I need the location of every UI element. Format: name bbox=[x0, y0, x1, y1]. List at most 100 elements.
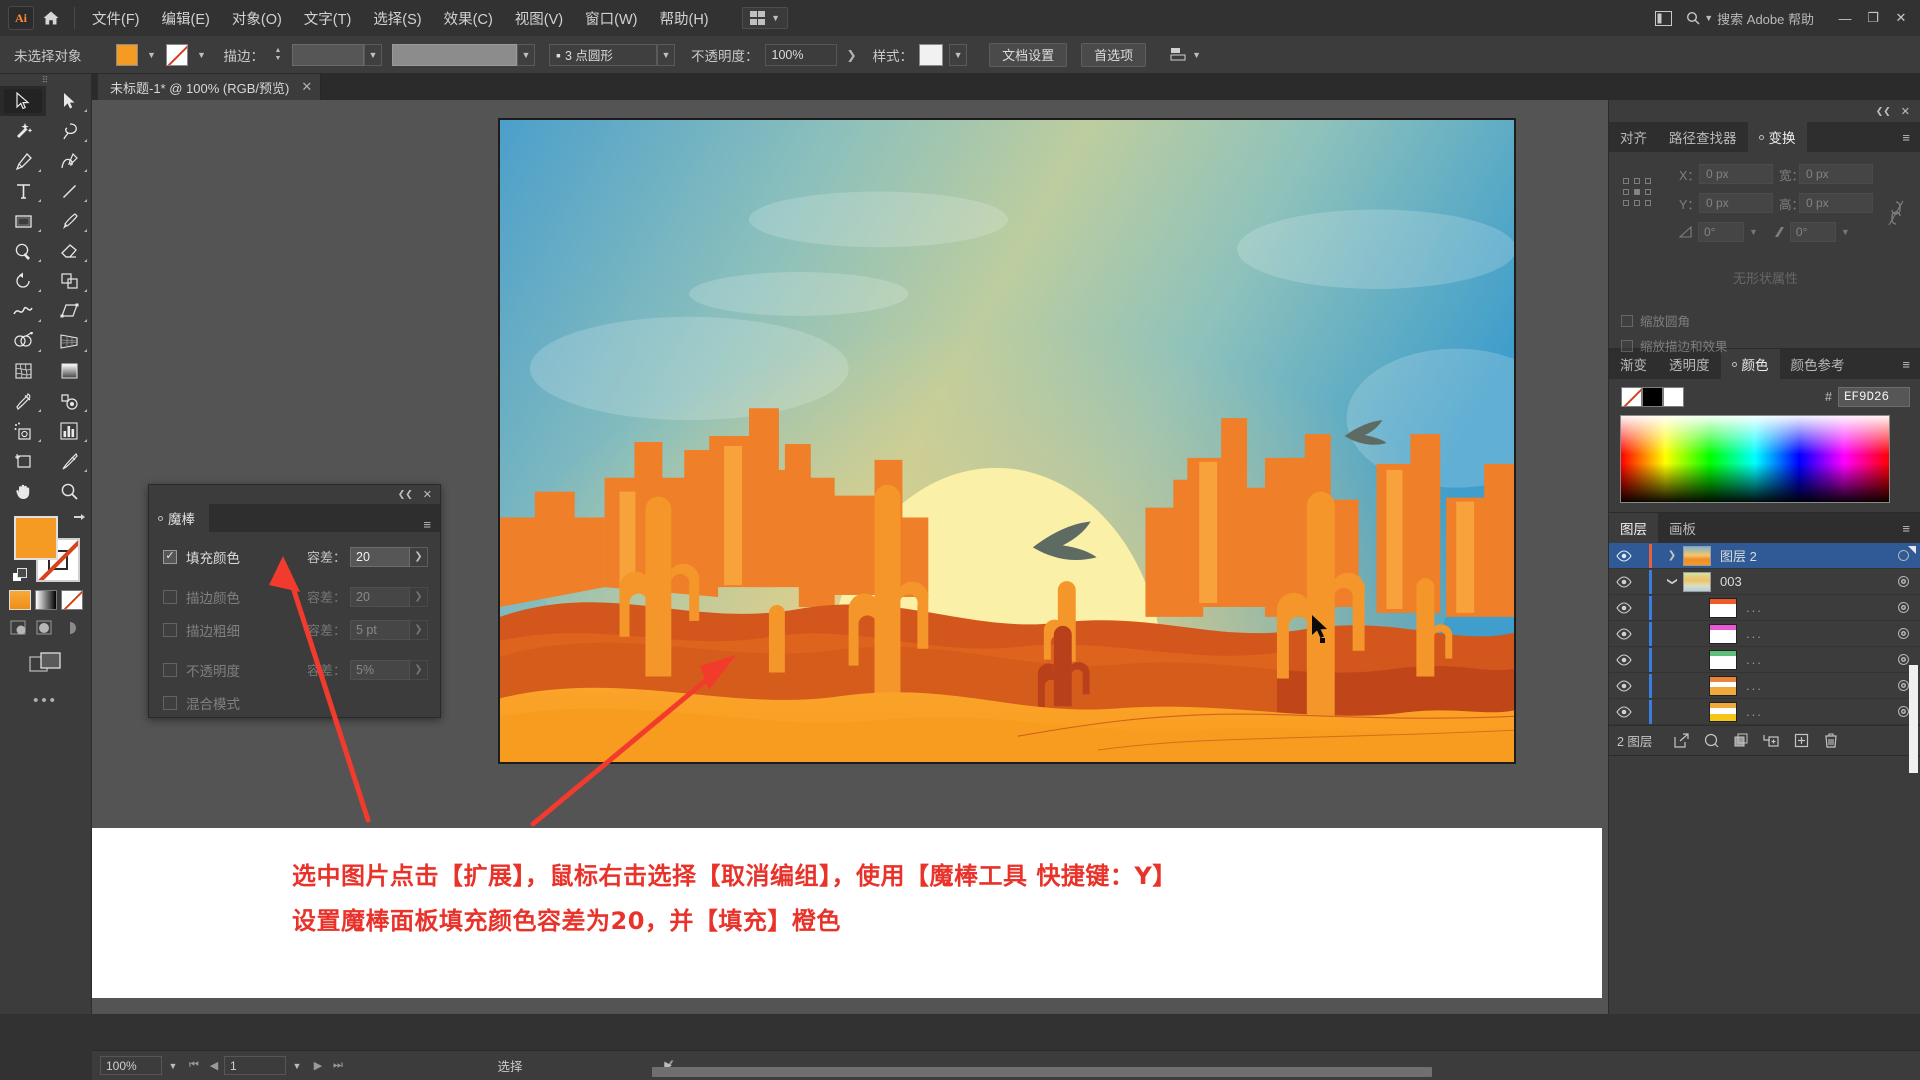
opacity-value[interactable]: 100% bbox=[764, 43, 837, 66]
stroke-color-tolerance-input[interactable]: 20 bbox=[350, 586, 410, 607]
opacity-checkbox[interactable] bbox=[163, 662, 177, 677]
stroke-profile-value[interactable] bbox=[392, 43, 517, 66]
mw-row-stroke-color[interactable]: 描边颜色 容差： 20 ❯ bbox=[149, 580, 440, 613]
constrain-proportions-icon[interactable] bbox=[1888, 200, 1904, 226]
slice-tool[interactable] bbox=[46, 446, 92, 476]
menu-object[interactable]: 对象(O) bbox=[221, 4, 293, 33]
menu-file[interactable]: 文件(F) bbox=[81, 4, 151, 33]
expand-toggle-icon[interactable]: ❯ bbox=[1667, 571, 1678, 593]
eyedropper-tool[interactable] bbox=[0, 386, 46, 416]
transform-titlebar[interactable]: ❮❮ ✕ bbox=[1609, 100, 1920, 122]
maximize-button[interactable]: ❐ bbox=[1860, 5, 1886, 31]
none-swatch[interactable] bbox=[1621, 387, 1642, 407]
align-options[interactable]: ▼ bbox=[1170, 47, 1201, 63]
layer-row-sublayer-3[interactable]: ... bbox=[1609, 647, 1920, 673]
horizontal-scrollbar[interactable] bbox=[652, 1067, 1432, 1077]
layer-row-003[interactable]: ❯ 003 bbox=[1609, 569, 1920, 595]
stroke-weight-value[interactable] bbox=[292, 43, 364, 66]
shape-builder-tool[interactable] bbox=[0, 326, 46, 356]
magic-wand-titlebar[interactable]: ❮❮ ✕ bbox=[149, 485, 440, 504]
color-spectrum[interactable] bbox=[1620, 415, 1890, 503]
stroke-color-expand-icon[interactable]: ❯ bbox=[410, 586, 428, 607]
angle-input[interactable]: 0° bbox=[1698, 222, 1744, 242]
white-swatch[interactable] bbox=[1663, 387, 1684, 407]
layer-row-sublayer-1[interactable]: ... bbox=[1609, 595, 1920, 621]
w-input[interactable]: 0 px bbox=[1799, 164, 1873, 184]
opacity-expand-icon[interactable]: ❯ bbox=[410, 659, 428, 680]
layer-row-sublayer-2[interactable]: ... bbox=[1609, 621, 1920, 647]
fill-dropdown-icon[interactable]: ▼ bbox=[144, 45, 160, 65]
blend-mode-checkbox[interactable] bbox=[163, 695, 177, 710]
scale-corners-option[interactable]: 缩放圆角 bbox=[1621, 311, 1910, 330]
document-setup-button[interactable]: 文档设置 bbox=[989, 42, 1068, 67]
default-fill-stroke-icon[interactable] bbox=[12, 568, 28, 584]
stroke-weight-combo[interactable]: ▼ bbox=[292, 43, 382, 66]
hand-tool[interactable] bbox=[0, 476, 46, 506]
stroke-weight-checkbox[interactable] bbox=[163, 622, 177, 637]
brush-definition-combo[interactable]: ▪ 3 点圆形 ▼ bbox=[549, 43, 675, 66]
rotate-tool[interactable] bbox=[0, 266, 46, 296]
pen-tool[interactable] bbox=[0, 146, 46, 176]
shaper-tool[interactable] bbox=[0, 236, 46, 266]
scale-strokes-option[interactable]: 缩放描边和效果 bbox=[1621, 336, 1910, 355]
document-tab[interactable]: 未标题-1* @ 100% (RGB/预览) ✕ bbox=[98, 74, 322, 100]
artboard[interactable] bbox=[498, 118, 1516, 764]
fill-tolerance-input[interactable]: 20 bbox=[350, 546, 410, 567]
draw-inside-icon[interactable] bbox=[62, 620, 82, 638]
locate-object-icon[interactable] bbox=[1666, 728, 1696, 754]
fill-color-checkbox[interactable]: ✓ bbox=[163, 549, 177, 564]
brush-definition-value[interactable]: ▪ 3 点圆形 bbox=[549, 43, 657, 66]
scale-corners-checkbox[interactable] bbox=[1621, 314, 1633, 327]
opacity-expand-icon[interactable]: ❯ bbox=[843, 48, 861, 62]
status-text[interactable]: 选择 ▶ bbox=[360, 1056, 672, 1075]
menu-type[interactable]: 文字(T) bbox=[293, 4, 363, 33]
mesh-tool[interactable] bbox=[0, 356, 46, 386]
fill-color-box[interactable] bbox=[14, 516, 58, 560]
mw-row-blend-mode[interactable]: 混合模式 bbox=[149, 686, 440, 719]
chevron-down-icon[interactable]: ▼ bbox=[657, 43, 675, 66]
y-input[interactable]: 0 px bbox=[1699, 193, 1773, 213]
new-sublayer-icon[interactable] bbox=[1756, 728, 1786, 754]
symbol-sprayer-tool[interactable] bbox=[0, 416, 46, 446]
tab-align[interactable]: 对齐 bbox=[1609, 122, 1658, 152]
artboard-dropdown-icon[interactable]: ▼ bbox=[286, 1056, 308, 1075]
zoom-dropdown-icon[interactable]: ▼ bbox=[162, 1056, 184, 1075]
magic-wand-tool[interactable] bbox=[0, 116, 46, 146]
create-new-sublayer-icon[interactable] bbox=[1726, 728, 1756, 754]
expand-toggle-icon[interactable]: ❯ bbox=[1661, 550, 1683, 561]
type-tool[interactable] bbox=[0, 176, 46, 206]
paintbrush-tool[interactable] bbox=[46, 206, 92, 236]
menu-select[interactable]: 选择(S) bbox=[362, 4, 432, 33]
create-new-layer-icon[interactable] bbox=[1786, 728, 1816, 754]
target-indicator[interactable] bbox=[1886, 628, 1920, 639]
tab-transform[interactable]: 变换 bbox=[1747, 122, 1807, 152]
make-clipping-mask-icon[interactable] bbox=[1696, 728, 1726, 754]
chevron-down-icon[interactable]: ▼ bbox=[1749, 227, 1758, 237]
chevron-down-icon[interactable]: ▼ bbox=[1841, 227, 1850, 237]
stroke-weight-stepper[interactable]: ▲ ▼ bbox=[270, 44, 286, 66]
tab-pathfinder[interactable]: 路径查找器 bbox=[1658, 122, 1748, 152]
close-button[interactable]: ✕ bbox=[1888, 5, 1914, 31]
swap-fill-stroke-icon[interactable] bbox=[72, 512, 86, 526]
visibility-toggle-icon[interactable] bbox=[1609, 601, 1639, 614]
close-icon[interactable]: ✕ bbox=[301, 79, 312, 95]
stroke-weight-tolerance-input[interactable]: 5 pt bbox=[350, 619, 410, 640]
previous-artboard-button[interactable]: ◀ bbox=[204, 1059, 224, 1072]
reference-point-selector[interactable] bbox=[1623, 178, 1651, 206]
layer-row-sublayer-5[interactable]: ... bbox=[1609, 699, 1920, 725]
shear-input[interactable]: 0° bbox=[1789, 222, 1836, 242]
chevron-down-icon[interactable]: ▼ bbox=[517, 43, 535, 66]
workspace-switcher[interactable]: ▼ bbox=[741, 7, 789, 29]
mw-row-stroke-weight[interactable]: 描边粗细 容差： 5 pt ❯ bbox=[149, 613, 440, 646]
layers-scrollbar[interactable] bbox=[1909, 665, 1918, 773]
chevron-down-icon[interactable]: ▼ bbox=[949, 43, 968, 66]
fill-tolerance-expand-icon[interactable]: ❯ bbox=[410, 546, 428, 567]
tab-magic-wand[interactable]: 魔棒 bbox=[149, 504, 209, 532]
eraser-tool[interactable] bbox=[46, 236, 92, 266]
target-indicator[interactable] bbox=[1886, 576, 1920, 587]
lasso-tool[interactable] bbox=[46, 116, 92, 146]
draw-normal-icon[interactable] bbox=[10, 620, 30, 638]
menu-view[interactable]: 视图(V) bbox=[504, 4, 574, 33]
tab-layers[interactable]: 图层 bbox=[1609, 513, 1658, 543]
h-input[interactable]: 0 px bbox=[1799, 193, 1873, 213]
